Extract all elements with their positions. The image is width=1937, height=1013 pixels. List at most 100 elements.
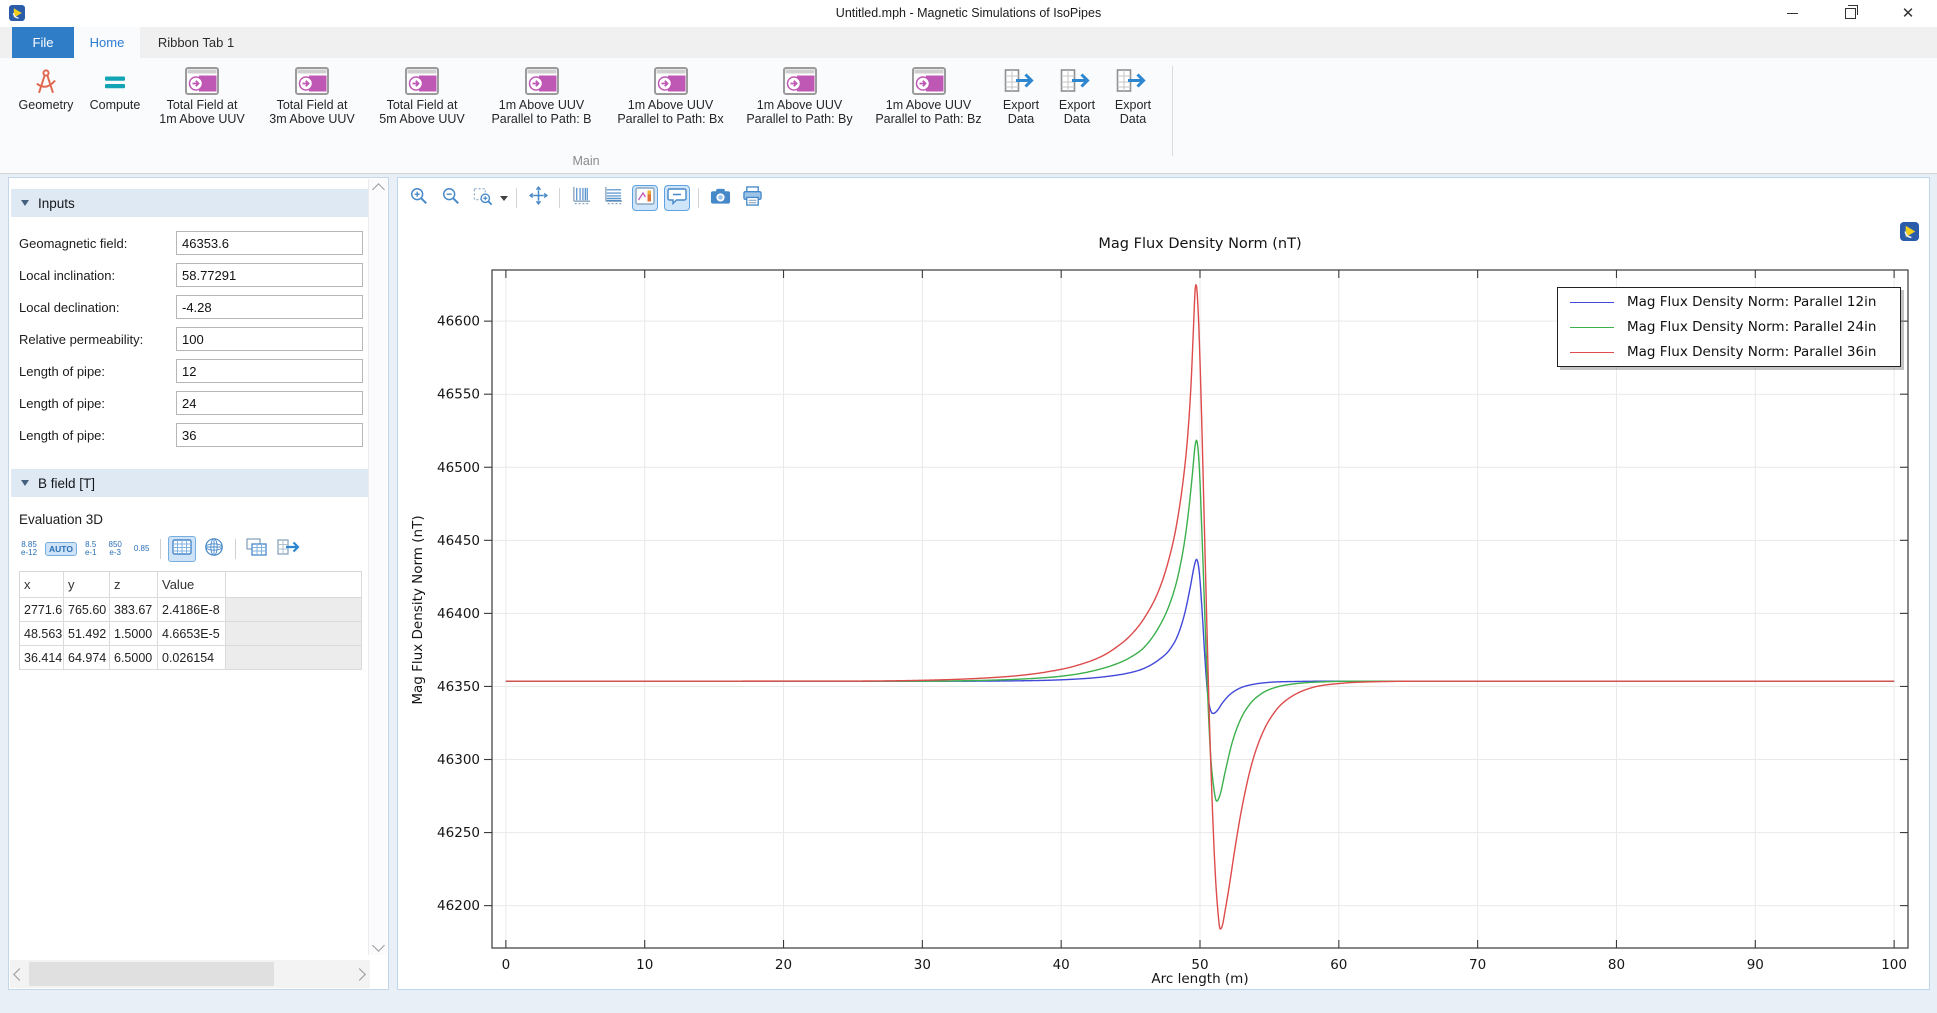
table-cell: 2771.6 <box>20 598 64 622</box>
zoom-box-button[interactable] <box>470 185 496 211</box>
sphere-plot-icon <box>204 537 224 562</box>
snapshot-button[interactable] <box>707 185 733 211</box>
legend-entry: Mag Flux Density Norm: Parallel 36in <box>1570 342 1900 362</box>
scroll-right-button[interactable] <box>350 965 368 983</box>
scroll-left-button[interactable] <box>10 965 28 983</box>
close-button[interactable]: ✕ <box>1879 0 1937 27</box>
scrollbar-thumb[interactable] <box>29 962 274 986</box>
table-header-row: xyzValue <box>20 572 362 598</box>
input-field-0-geomagnetic-field[interactable] <box>176 231 363 255</box>
ribbon-button-export-data[interactable]: Export Data <box>1106 63 1160 127</box>
tooltip-toggle-button[interactable] <box>664 185 690 211</box>
ribbon-button-1m-above-uuv-parallel-to-path-bz[interactable]: 1m Above UUV Parallel to Path: Bz <box>865 63 992 127</box>
table-cell <box>226 646 362 670</box>
tab-home[interactable]: Home <box>74 27 140 58</box>
y-axis-format-button[interactable] <box>600 185 626 211</box>
inputs-section-header[interactable]: Inputs <box>11 189 369 217</box>
ribbon-button-export-data[interactable]: Export Data <box>1050 63 1104 127</box>
tab-file[interactable]: File <box>12 27 74 58</box>
input-label-local-declination: Local declination: <box>19 300 119 315</box>
chevron-up-icon <box>372 183 385 196</box>
table-header-z[interactable]: z <box>110 572 158 598</box>
ribbon-group-label: Main <box>0 154 1172 168</box>
svg-text:46250: 46250 <box>437 825 480 841</box>
input-field-1-local-inclination[interactable] <box>176 263 363 287</box>
table-view-button[interactable] <box>168 536 196 562</box>
plotw-icon <box>783 65 817 97</box>
table-header-empty[interactable] <box>226 572 362 598</box>
table-cell: 51.492 <box>64 622 110 646</box>
legend-line-sample <box>1570 302 1614 303</box>
input-field-2-local-declination[interactable] <box>176 295 363 319</box>
table-row-1[interactable]: 48.56351.4921.50004.6653E-5 <box>20 622 362 646</box>
table-header-value[interactable]: Value <box>158 572 226 598</box>
zoom-in-button[interactable] <box>406 185 432 211</box>
ribbon-button-1m-above-uuv-parallel-to-path-b[interactable]: 1m Above UUV Parallel to Path: B <box>478 63 605 127</box>
ribbon-button-export-data[interactable]: Export Data <box>994 63 1048 127</box>
zoom-extents-button[interactable] <box>525 185 551 211</box>
zoom-out-icon <box>441 186 461 211</box>
scroll-down-button[interactable] <box>369 936 387 954</box>
input-field-6-length-of-pipe[interactable] <box>176 423 363 447</box>
input-label-length-of-pipe: Length of pipe: <box>19 364 105 379</box>
evaluation-label: Evaluation 3D <box>19 512 103 527</box>
minimize-button[interactable] <box>1763 0 1821 27</box>
format-full-precision-button[interactable]: 8.85 e-12 <box>17 538 41 561</box>
bfield-section-header[interactable]: B field [T] <box>11 469 369 497</box>
ribbon-button-total-field-at-3m-above-uuv[interactable]: Total Field at 3m Above UUV <box>258 63 366 127</box>
ribbon-button-1m-above-uuv-parallel-to-path-bx[interactable]: 1m Above UUV Parallel to Path: Bx <box>607 63 734 127</box>
table-header-x[interactable]: x <box>20 572 64 598</box>
scroll-up-button[interactable] <box>369 180 387 198</box>
svg-text:46400: 46400 <box>437 606 480 622</box>
horizontal-scrollbar[interactable] <box>10 960 370 988</box>
format-decimal-button[interactable]: 0.85 <box>130 542 154 556</box>
format-engineering-button[interactable]: 850 e-3 <box>105 538 126 561</box>
vertical-scrollbar[interactable] <box>368 179 387 955</box>
table-cell: 64.974 <box>64 646 110 670</box>
export-icon <box>1004 65 1038 97</box>
ribbon-button-geometry[interactable]: Geometry <box>10 63 82 127</box>
table-cell: 6.5000 <box>110 646 158 670</box>
ribbon-button-label: 1m Above UUV Parallel to Path: Bx <box>617 98 723 127</box>
ribbon-tab-bar: File Home Ribbon Tab 1 <box>0 27 1937 58</box>
ribbon-button-total-field-at-1m-above-uuv[interactable]: Total Field at 1m Above UUV <box>148 63 256 127</box>
table-header-y[interactable]: y <box>64 572 110 598</box>
sphere-plot-button[interactable] <box>200 536 228 562</box>
svg-text:46500: 46500 <box>437 460 480 476</box>
ribbon-button-label: Total Field at 1m Above UUV <box>159 98 244 127</box>
input-field-4-length-of-pipe[interactable] <box>176 359 363 383</box>
export-table-button[interactable] <box>275 536 303 562</box>
table-row-2[interactable]: 36.41464.9746.50000.026154 <box>20 646 362 670</box>
bfield-header-label: B field [T] <box>38 476 95 491</box>
legend-entry: Mag Flux Density Norm: Parallel 24in <box>1570 317 1900 337</box>
table-row-0[interactable]: 2771.6765.60383.672.4186E-8 <box>20 598 362 622</box>
legend-line-sample <box>1570 327 1614 328</box>
input-field-3-relative-permeability[interactable] <box>176 327 363 351</box>
input-row: Relative permeability: <box>19 326 363 352</box>
input-label-local-inclination: Local inclination: <box>19 268 115 283</box>
input-field-5-length-of-pipe[interactable] <box>176 391 363 415</box>
ribbon-separator <box>1172 66 1173 156</box>
ribbon-button-label: Compute <box>90 98 141 112</box>
restore-button[interactable] <box>1821 0 1879 27</box>
ribbon-button-1m-above-uuv-parallel-to-path-by[interactable]: 1m Above UUV Parallel to Path: By <box>736 63 863 127</box>
ribbon-button-compute[interactable]: Compute <box>84 63 146 127</box>
zoom-out-button[interactable] <box>438 185 464 211</box>
format-scientific-button[interactable]: 8.5 e-1 <box>81 538 101 561</box>
export-table-icon <box>277 538 301 561</box>
dropdown-caret-icon[interactable] <box>500 196 508 201</box>
toolbar-separator <box>516 188 517 208</box>
x-axis-format-button[interactable] <box>568 185 594 211</box>
legend-toggle-button[interactable] <box>632 185 658 211</box>
format-automatic-button[interactable]: AUTO <box>45 542 77 557</box>
copy-table-button[interactable] <box>243 536 271 562</box>
ribbon-button-label: 1m Above UUV Parallel to Path: B <box>491 98 591 127</box>
toolbar-separator <box>235 539 236 559</box>
plotw-icon <box>525 65 559 97</box>
plot-icon <box>295 65 329 97</box>
input-row: Geomagnetic field: <box>19 230 363 256</box>
print-button[interactable] <box>739 185 765 211</box>
tab-ribbon-tab-1[interactable]: Ribbon Tab 1 <box>140 27 252 58</box>
ribbon-button-total-field-at-5m-above-uuv[interactable]: Total Field at 5m Above UUV <box>368 63 476 127</box>
input-label-geomagnetic-field: Geomagnetic field: <box>19 236 127 251</box>
